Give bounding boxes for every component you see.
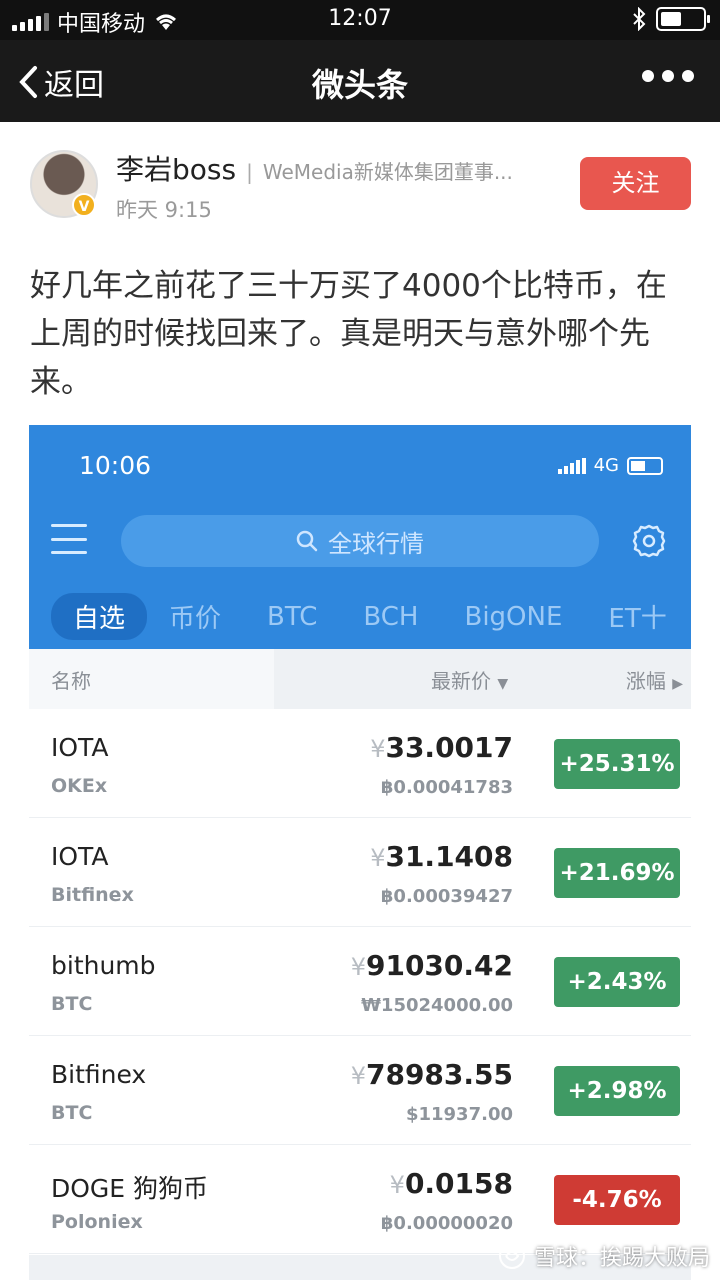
watermark: 雪球：挨踢大败局 xyxy=(498,1240,710,1272)
price: ¥91030.42 xyxy=(351,949,513,982)
embedded-status: 4G xyxy=(557,455,663,476)
more-menu-icon[interactable] xyxy=(642,70,694,82)
market-row: Bitfinex BTC ¥78983.55 $11937.00 +2.98% xyxy=(29,1036,691,1145)
price-value: 31.1408 xyxy=(385,840,513,873)
embedded-network: 4G xyxy=(593,455,619,476)
embedded-screenshot[interactable]: 10:06 4G 全球行情 自选 币价 BTC BCH BigONE ET十 名… xyxy=(29,425,691,1280)
market-row: IOTA OKEx ¥33.0017 ฿0.00041783 +25.31% xyxy=(29,709,691,818)
coin-name: Bitfinex xyxy=(51,1060,147,1089)
tab-watchlist: 自选 xyxy=(51,593,148,640)
embedded-signal-icon xyxy=(557,457,586,474)
price-value: 78983.55 xyxy=(365,1058,513,1091)
status-time: 12:07 xyxy=(328,6,392,31)
change-badge: +25.31% xyxy=(554,739,680,789)
price-secondary: ₩15024000.00 xyxy=(361,995,513,1016)
battery-icon xyxy=(656,7,710,31)
price-secondary: ฿0.00041783 xyxy=(380,777,513,798)
post-time: 昨天 9:15 xyxy=(116,198,212,222)
price-value: 33.0017 xyxy=(385,731,513,764)
price: ¥31.1408 xyxy=(370,840,513,873)
sort-down-icon: ▼ xyxy=(497,676,509,692)
author-title: WeMedia新媒体集团董事... xyxy=(262,160,513,184)
coin-name: bithumb xyxy=(51,951,156,980)
embedded-header: 10:06 4G 全球行情 自选 币价 BTC BCH BigONE ET十 xyxy=(29,425,691,649)
market-row: bithumb BTC ¥91030.42 ₩15024000.00 +2.43… xyxy=(29,927,691,1036)
author-name[interactable]: 李岩boss xyxy=(116,148,236,188)
tab-bch: BCH xyxy=(363,601,419,632)
column-change-label: 涨幅 xyxy=(625,669,666,693)
coin-name: IOTA xyxy=(51,842,109,871)
price-value: 0.0158 xyxy=(404,1167,513,1200)
search-placeholder: 全球行情 xyxy=(328,529,424,558)
column-name: 名称 xyxy=(29,649,274,709)
price: ¥0.0158 xyxy=(390,1167,513,1200)
change-badge: +2.98% xyxy=(554,1066,680,1116)
exchange-name: OKEx xyxy=(51,775,108,797)
bluetooth-icon xyxy=(633,7,646,31)
caret-right-icon: ▶ xyxy=(672,676,683,692)
column-change: 涨幅 ▶ xyxy=(626,665,683,694)
status-bar: 中国移动 12:07 xyxy=(0,0,720,40)
change-badge: +21.69% xyxy=(554,848,680,898)
change-badge: +2.43% xyxy=(554,957,680,1007)
post-text: 好几年之前花了三十万买了4000个比特币，在上周的时候找回来了。真是明天与意外哪… xyxy=(30,268,667,400)
market-row: IOTA Bitfinex ¥31.1408 ฿0.00039427 +21.6… xyxy=(29,818,691,927)
price-secondary: $11937.00 xyxy=(405,1104,513,1125)
tab-coin-price: 币价 xyxy=(169,604,222,634)
column-header: 名称 最新价 ▼ 涨幅 ▶ xyxy=(29,649,691,709)
nav-bar: 返回 微头条 xyxy=(0,40,720,122)
embedded-search-bar: 全球行情 xyxy=(121,515,599,567)
hamburger-menu-icon xyxy=(51,524,87,554)
column-price-label: 最新价 xyxy=(431,669,491,693)
follow-button[interactable]: 关注 xyxy=(580,157,691,210)
market-row: DOGE 狗狗币 Poloniex ¥0.0158 ฿0.00000020 -4… xyxy=(29,1145,691,1254)
currency-symbol: ¥ xyxy=(350,953,366,981)
tab-bigone: BigONE xyxy=(464,601,563,632)
author-line: 李岩boss | WeMedia新媒体集团董事... xyxy=(116,148,513,188)
currency-symbol: ¥ xyxy=(389,1171,405,1199)
coin-name: IOTA xyxy=(51,733,109,762)
embedded-tabs: 自选 币价 BTC BCH BigONE ET十 xyxy=(51,593,691,640)
exchange-name: Poloniex xyxy=(51,1211,143,1233)
price-secondary: ฿0.00000020 xyxy=(380,1213,513,1234)
change-badge: -4.76% xyxy=(554,1175,680,1225)
price-secondary: ฿0.00039427 xyxy=(380,886,513,907)
currency-symbol: ¥ xyxy=(370,844,386,872)
page-title: 微头条 xyxy=(311,66,408,104)
currency-symbol: ¥ xyxy=(350,1062,366,1090)
watermark-text: 雪球：挨踢大败局 xyxy=(533,1246,710,1271)
author-separator: | xyxy=(246,160,253,184)
exchange-name: Bitfinex xyxy=(51,884,134,906)
gear-icon xyxy=(632,524,666,558)
snowball-logo-icon xyxy=(498,1243,525,1269)
column-price: 最新价 ▼ xyxy=(431,665,508,694)
embedded-battery-icon xyxy=(627,456,663,475)
tab-eth-add: ET十 xyxy=(608,604,667,634)
coin-name: DOGE 狗狗币 xyxy=(51,1174,209,1203)
verified-badge-icon: V xyxy=(72,193,96,217)
price-value: 91030.42 xyxy=(365,949,513,982)
embedded-time: 10:06 xyxy=(79,451,152,480)
market-list: IOTA OKEx ¥33.0017 ฿0.00041783 +25.31% I… xyxy=(29,709,691,1254)
tab-btc: BTC xyxy=(267,601,318,632)
search-icon xyxy=(296,530,318,552)
price: ¥78983.55 xyxy=(351,1058,513,1091)
currency-symbol: ¥ xyxy=(370,735,386,763)
exchange-name: BTC xyxy=(51,993,93,1015)
exchange-name: BTC xyxy=(51,1102,93,1124)
price: ¥33.0017 xyxy=(370,731,513,764)
